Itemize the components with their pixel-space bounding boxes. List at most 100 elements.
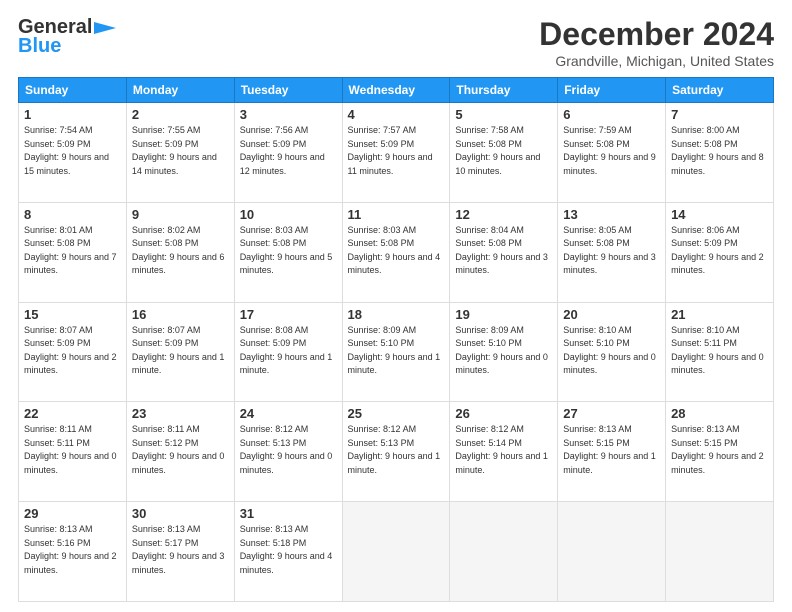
logo-icon <box>94 22 116 34</box>
day-number: 9 <box>132 207 229 222</box>
calendar-day-27: 27 Sunrise: 8:13 AMSunset: 5:15 PMDaylig… <box>558 402 666 502</box>
day-info: Sunrise: 8:03 AMSunset: 5:08 PMDaylight:… <box>240 225 333 276</box>
day-number: 22 <box>24 406 121 421</box>
calendar-day-9: 9 Sunrise: 8:02 AMSunset: 5:08 PMDayligh… <box>126 202 234 302</box>
day-number: 3 <box>240 107 337 122</box>
day-info: Sunrise: 8:11 AMSunset: 5:12 PMDaylight:… <box>132 424 225 475</box>
weekday-header-sunday: Sunday <box>19 78 127 103</box>
calendar-day-10: 10 Sunrise: 8:03 AMSunset: 5:08 PMDaylig… <box>234 202 342 302</box>
day-info: Sunrise: 8:12 AMSunset: 5:13 PMDaylight:… <box>240 424 333 475</box>
day-info: Sunrise: 8:06 AMSunset: 5:09 PMDaylight:… <box>671 225 764 276</box>
calendar-day-22: 22 Sunrise: 8:11 AMSunset: 5:11 PMDaylig… <box>19 402 127 502</box>
calendar-day-14: 14 Sunrise: 8:06 AMSunset: 5:09 PMDaylig… <box>666 202 774 302</box>
day-info: Sunrise: 8:13 AMSunset: 5:15 PMDaylight:… <box>563 424 656 475</box>
calendar-empty <box>666 502 774 602</box>
day-info: Sunrise: 8:09 AMSunset: 5:10 PMDaylight:… <box>455 325 548 376</box>
day-info: Sunrise: 8:01 AMSunset: 5:08 PMDaylight:… <box>24 225 117 276</box>
day-number: 12 <box>455 207 552 222</box>
day-info: Sunrise: 7:59 AMSunset: 5:08 PMDaylight:… <box>563 125 656 176</box>
calendar-week-0: 1 Sunrise: 7:54 AMSunset: 5:09 PMDayligh… <box>19 103 774 203</box>
day-info: Sunrise: 7:55 AMSunset: 5:09 PMDaylight:… <box>132 125 217 176</box>
day-number: 31 <box>240 506 337 521</box>
calendar-day-23: 23 Sunrise: 8:11 AMSunset: 5:12 PMDaylig… <box>126 402 234 502</box>
calendar-day-30: 30 Sunrise: 8:13 AMSunset: 5:17 PMDaylig… <box>126 502 234 602</box>
day-info: Sunrise: 7:56 AMSunset: 5:09 PMDaylight:… <box>240 125 325 176</box>
day-number: 26 <box>455 406 552 421</box>
day-info: Sunrise: 8:09 AMSunset: 5:10 PMDaylight:… <box>348 325 441 376</box>
day-number: 6 <box>563 107 660 122</box>
day-number: 28 <box>671 406 768 421</box>
weekday-header-monday: Monday <box>126 78 234 103</box>
day-number: 27 <box>563 406 660 421</box>
calendar-day-28: 28 Sunrise: 8:13 AMSunset: 5:15 PMDaylig… <box>666 402 774 502</box>
calendar-day-8: 8 Sunrise: 8:01 AMSunset: 5:08 PMDayligh… <box>19 202 127 302</box>
calendar-day-19: 19 Sunrise: 8:09 AMSunset: 5:10 PMDaylig… <box>450 302 558 402</box>
day-number: 10 <box>240 207 337 222</box>
day-number: 29 <box>24 506 121 521</box>
day-number: 24 <box>240 406 337 421</box>
day-number: 17 <box>240 307 337 322</box>
day-info: Sunrise: 8:05 AMSunset: 5:08 PMDaylight:… <box>563 225 656 276</box>
day-info: Sunrise: 8:10 AMSunset: 5:11 PMDaylight:… <box>671 325 764 376</box>
day-number: 1 <box>24 107 121 122</box>
calendar-week-2: 15 Sunrise: 8:07 AMSunset: 5:09 PMDaylig… <box>19 302 774 402</box>
calendar-empty <box>558 502 666 602</box>
calendar-day-13: 13 Sunrise: 8:05 AMSunset: 5:08 PMDaylig… <box>558 202 666 302</box>
day-number: 16 <box>132 307 229 322</box>
logo-blue: Blue <box>18 35 61 58</box>
calendar-day-1: 1 Sunrise: 7:54 AMSunset: 5:09 PMDayligh… <box>19 103 127 203</box>
calendar-week-1: 8 Sunrise: 8:01 AMSunset: 5:08 PMDayligh… <box>19 202 774 302</box>
calendar-day-7: 7 Sunrise: 8:00 AMSunset: 5:08 PMDayligh… <box>666 103 774 203</box>
calendar-day-25: 25 Sunrise: 8:12 AMSunset: 5:13 PMDaylig… <box>342 402 450 502</box>
logo: General Blue <box>18 16 116 58</box>
day-number: 25 <box>348 406 445 421</box>
weekday-header-tuesday: Tuesday <box>234 78 342 103</box>
calendar-day-4: 4 Sunrise: 7:57 AMSunset: 5:09 PMDayligh… <box>342 103 450 203</box>
day-number: 23 <box>132 406 229 421</box>
day-info: Sunrise: 8:10 AMSunset: 5:10 PMDaylight:… <box>563 325 656 376</box>
calendar-day-16: 16 Sunrise: 8:07 AMSunset: 5:09 PMDaylig… <box>126 302 234 402</box>
day-info: Sunrise: 8:13 AMSunset: 5:15 PMDaylight:… <box>671 424 764 475</box>
day-number: 21 <box>671 307 768 322</box>
calendar-week-3: 22 Sunrise: 8:11 AMSunset: 5:11 PMDaylig… <box>19 402 774 502</box>
day-number: 20 <box>563 307 660 322</box>
day-number: 14 <box>671 207 768 222</box>
day-number: 19 <box>455 307 552 322</box>
day-info: Sunrise: 8:04 AMSunset: 5:08 PMDaylight:… <box>455 225 548 276</box>
day-info: Sunrise: 8:02 AMSunset: 5:08 PMDaylight:… <box>132 225 225 276</box>
day-number: 8 <box>24 207 121 222</box>
day-number: 30 <box>132 506 229 521</box>
weekday-header-thursday: Thursday <box>450 78 558 103</box>
calendar-day-11: 11 Sunrise: 8:03 AMSunset: 5:08 PMDaylig… <box>342 202 450 302</box>
day-info: Sunrise: 8:08 AMSunset: 5:09 PMDaylight:… <box>240 325 333 376</box>
calendar-table: SundayMondayTuesdayWednesdayThursdayFrid… <box>18 77 774 602</box>
day-info: Sunrise: 8:13 AMSunset: 5:17 PMDaylight:… <box>132 524 225 575</box>
day-number: 13 <box>563 207 660 222</box>
weekday-header-saturday: Saturday <box>666 78 774 103</box>
calendar-day-26: 26 Sunrise: 8:12 AMSunset: 5:14 PMDaylig… <box>450 402 558 502</box>
calendar-day-21: 21 Sunrise: 8:10 AMSunset: 5:11 PMDaylig… <box>666 302 774 402</box>
day-info: Sunrise: 8:00 AMSunset: 5:08 PMDaylight:… <box>671 125 764 176</box>
day-info: Sunrise: 8:13 AMSunset: 5:16 PMDaylight:… <box>24 524 117 575</box>
day-number: 7 <box>671 107 768 122</box>
day-info: Sunrise: 8:03 AMSunset: 5:08 PMDaylight:… <box>348 225 441 276</box>
weekday-header-wednesday: Wednesday <box>342 78 450 103</box>
calendar-day-29: 29 Sunrise: 8:13 AMSunset: 5:16 PMDaylig… <box>19 502 127 602</box>
calendar-empty <box>342 502 450 602</box>
calendar-day-2: 2 Sunrise: 7:55 AMSunset: 5:09 PMDayligh… <box>126 103 234 203</box>
day-info: Sunrise: 7:54 AMSunset: 5:09 PMDaylight:… <box>24 125 109 176</box>
calendar-day-24: 24 Sunrise: 8:12 AMSunset: 5:13 PMDaylig… <box>234 402 342 502</box>
calendar-day-3: 3 Sunrise: 7:56 AMSunset: 5:09 PMDayligh… <box>234 103 342 203</box>
day-number: 5 <box>455 107 552 122</box>
calendar-day-18: 18 Sunrise: 8:09 AMSunset: 5:10 PMDaylig… <box>342 302 450 402</box>
day-number: 4 <box>348 107 445 122</box>
title-block: December 2024 Grandville, Michigan, Unit… <box>539 16 774 69</box>
calendar-day-5: 5 Sunrise: 7:58 AMSunset: 5:08 PMDayligh… <box>450 103 558 203</box>
calendar-week-4: 29 Sunrise: 8:13 AMSunset: 5:16 PMDaylig… <box>19 502 774 602</box>
day-info: Sunrise: 8:11 AMSunset: 5:11 PMDaylight:… <box>24 424 117 475</box>
calendar-day-20: 20 Sunrise: 8:10 AMSunset: 5:10 PMDaylig… <box>558 302 666 402</box>
day-info: Sunrise: 7:58 AMSunset: 5:08 PMDaylight:… <box>455 125 540 176</box>
weekday-header-friday: Friday <box>558 78 666 103</box>
day-number: 15 <box>24 307 121 322</box>
subtitle: Grandville, Michigan, United States <box>539 53 774 69</box>
